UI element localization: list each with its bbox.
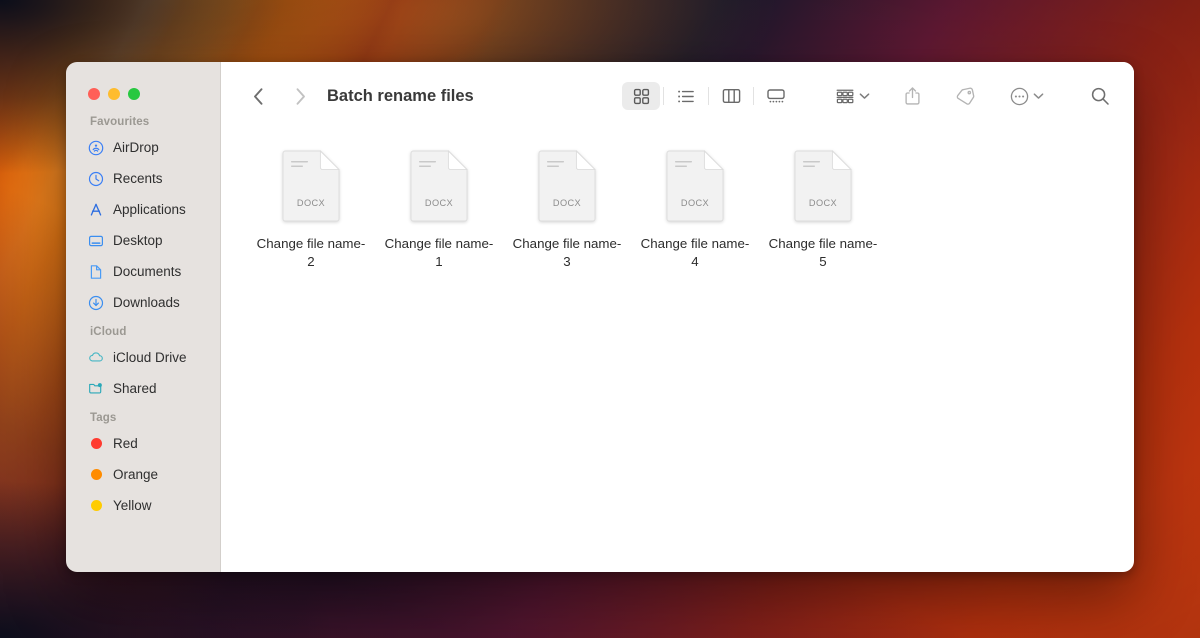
sidebar-item-label: Recents: [113, 171, 163, 186]
view-separator: [663, 87, 664, 105]
icon-view-button[interactable]: [622, 82, 660, 110]
minimize-button[interactable]: [108, 88, 120, 100]
toolbar: Batch rename files: [221, 62, 1134, 130]
sidebar-item-label: Desktop: [113, 233, 163, 248]
maximize-button[interactable]: [128, 88, 140, 100]
list-view-button[interactable]: [667, 82, 705, 110]
sidebar-item-label: iCloud Drive: [113, 350, 187, 365]
file-item[interactable]: DOCX Change file name-2: [247, 144, 375, 271]
sidebar-item-label: Shared: [113, 381, 157, 396]
desktop-wallpaper: Favourites AirDrop: [0, 0, 1200, 638]
download-icon: [88, 295, 104, 311]
chevron-down-icon: [859, 92, 870, 100]
close-button[interactable]: [88, 88, 100, 100]
svg-text:DOCX: DOCX: [425, 198, 453, 208]
file-item[interactable]: DOCX Change file name-3: [503, 144, 631, 271]
file-grid: DOCX Change file name-2 DOCX: [221, 130, 1134, 572]
svg-text:DOCX: DOCX: [553, 198, 581, 208]
file-item[interactable]: DOCX Change file name-4: [631, 144, 759, 271]
docx-file-icon: DOCX: [538, 150, 596, 222]
cloud-icon: [88, 350, 104, 366]
sidebar-section-tags-header: Tags: [66, 404, 220, 428]
tags-button[interactable]: [949, 81, 982, 111]
sidebar-item-desktop[interactable]: Desktop: [66, 225, 220, 256]
sidebar-section-icloud-header: iCloud: [66, 318, 220, 342]
sidebar-item-label: Orange: [113, 467, 158, 482]
clock-icon: [88, 171, 104, 187]
tag-dot-icon: [88, 467, 104, 483]
sidebar-item-tag-yellow[interactable]: Yellow: [66, 490, 220, 521]
view-mode-group: [622, 82, 795, 110]
view-separator: [708, 87, 709, 105]
file-name-label: Change file name-1: [384, 235, 494, 271]
file-item[interactable]: DOCX Change file name-1: [375, 144, 503, 271]
docx-file-icon: DOCX: [666, 150, 724, 222]
sidebar-item-label: Yellow: [113, 498, 152, 513]
docx-file-icon: DOCX: [282, 150, 340, 222]
gallery-view-button[interactable]: [757, 82, 795, 110]
airdrop-icon: [88, 140, 104, 156]
sidebar-item-applications[interactable]: Applications: [66, 194, 220, 225]
svg-text:DOCX: DOCX: [297, 198, 325, 208]
file-item[interactable]: DOCX Change file name-5: [759, 144, 887, 271]
sidebar-item-label: Documents: [113, 264, 181, 279]
desktop-icon: [88, 233, 104, 249]
back-button[interactable]: [241, 79, 275, 113]
file-name-label: Change file name-2: [256, 235, 366, 271]
more-options-button[interactable]: [1004, 81, 1050, 111]
sidebar-item-downloads[interactable]: Downloads: [66, 287, 220, 318]
page-title: Batch rename files: [327, 87, 474, 106]
applications-icon: [88, 202, 104, 218]
svg-text:DOCX: DOCX: [681, 198, 709, 208]
sidebar: Favourites AirDrop: [66, 62, 221, 572]
sidebar-item-tag-orange[interactable]: Orange: [66, 459, 220, 490]
main-content-area: Batch rename files: [221, 62, 1134, 572]
docx-file-icon: DOCX: [794, 150, 852, 222]
tag-dot-icon: [88, 498, 104, 514]
column-view-button[interactable]: [712, 82, 750, 110]
svg-text:DOCX: DOCX: [809, 198, 837, 208]
file-name-label: Change file name-5: [768, 235, 878, 271]
traffic-light-controls: [88, 88, 140, 100]
chevron-down-icon: [1033, 92, 1044, 100]
sidebar-item-documents[interactable]: Documents: [66, 256, 220, 287]
sidebar-item-label: Applications: [113, 202, 186, 217]
file-name-label: Change file name-4: [640, 235, 750, 271]
search-button[interactable]: [1084, 81, 1116, 111]
forward-button[interactable]: [283, 79, 317, 113]
sidebar-item-label: AirDrop: [113, 140, 159, 155]
finder-window: Favourites AirDrop: [66, 62, 1134, 572]
sidebar-item-recents[interactable]: Recents: [66, 163, 220, 194]
sidebar-section-favourites-header: Favourites: [66, 108, 220, 132]
sidebar-item-label: Downloads: [113, 295, 180, 310]
file-name-label: Change file name-3: [512, 235, 622, 271]
document-icon: [88, 264, 104, 280]
shared-folder-icon: [88, 381, 104, 397]
share-button[interactable]: [898, 81, 927, 111]
sidebar-item-tag-red[interactable]: Red: [66, 428, 220, 459]
sidebar-item-airdrop[interactable]: AirDrop: [66, 132, 220, 163]
docx-file-icon: DOCX: [410, 150, 468, 222]
sidebar-item-shared[interactable]: Shared: [66, 373, 220, 404]
sidebar-item-label: Red: [113, 436, 138, 451]
group-by-button[interactable]: [829, 81, 876, 111]
view-separator: [753, 87, 754, 105]
tag-dot-icon: [88, 436, 104, 452]
sidebar-item-icloud-drive[interactable]: iCloud Drive: [66, 342, 220, 373]
